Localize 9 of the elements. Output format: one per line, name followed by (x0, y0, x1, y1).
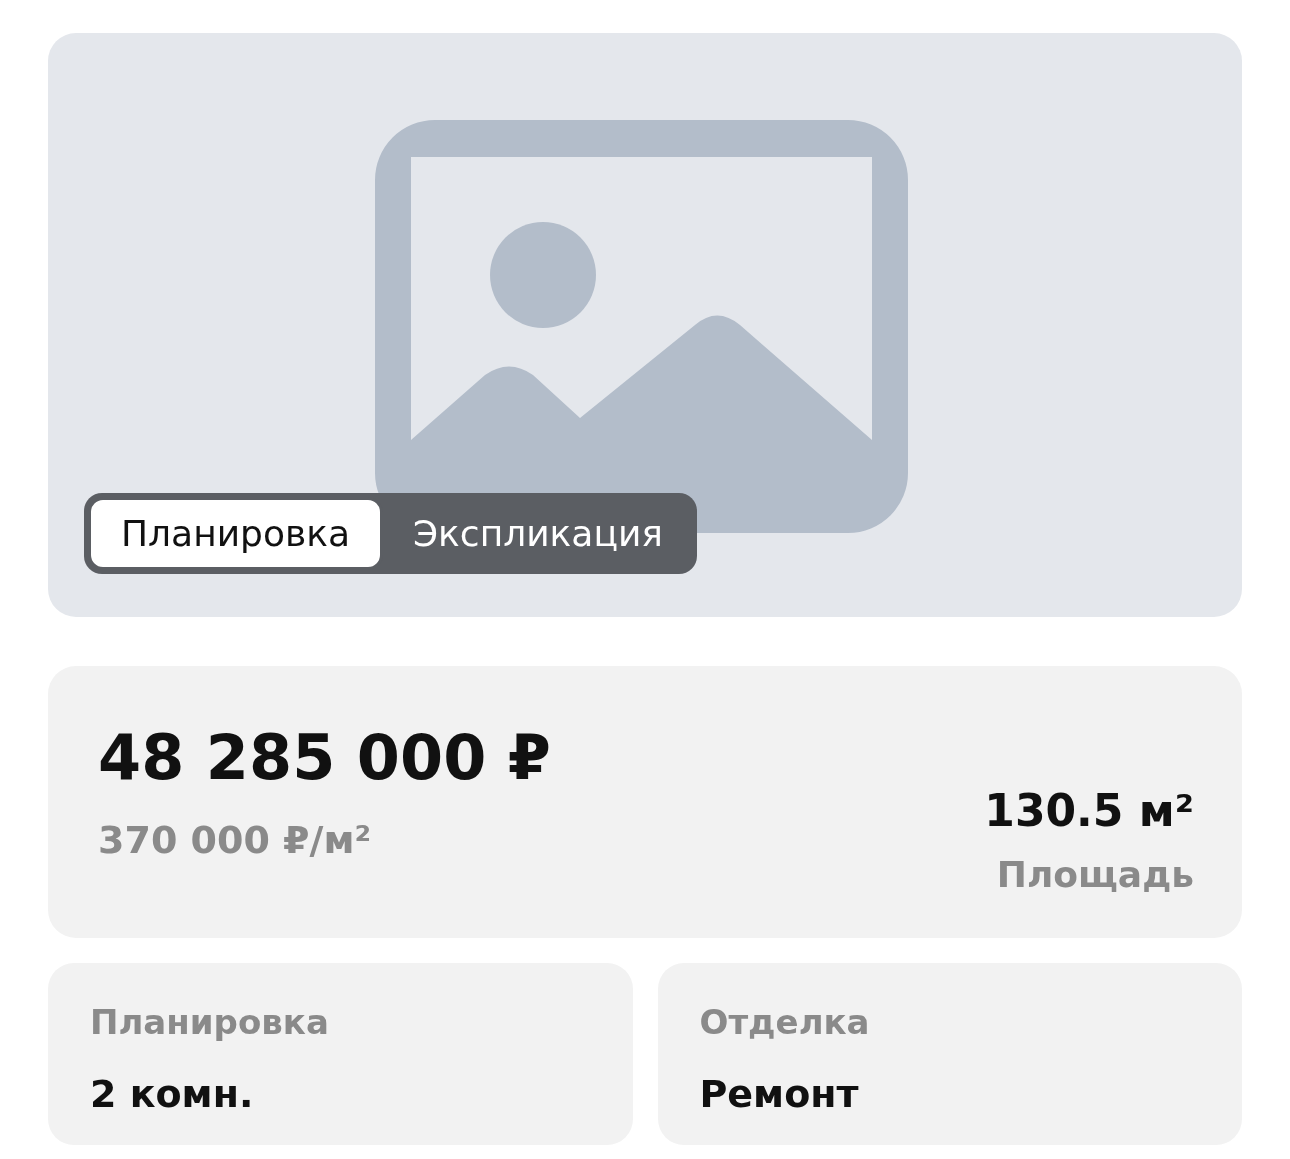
area-label: Площадь (995, 853, 1194, 897)
price-per-meter: 370 000 ₽/м² (98, 817, 373, 865)
view-tab[interactable]: Экспликация (383, 497, 693, 571)
param-value: 2 комн. (90, 1071, 255, 1118)
area-value: 130.5 м² (984, 784, 1194, 838)
param-label: Отделка (699, 1001, 871, 1044)
param-label: Планировка (90, 1001, 330, 1044)
param-value: Ремонт (699, 1071, 860, 1118)
price: 48 285 000 ₽ (98, 724, 551, 793)
